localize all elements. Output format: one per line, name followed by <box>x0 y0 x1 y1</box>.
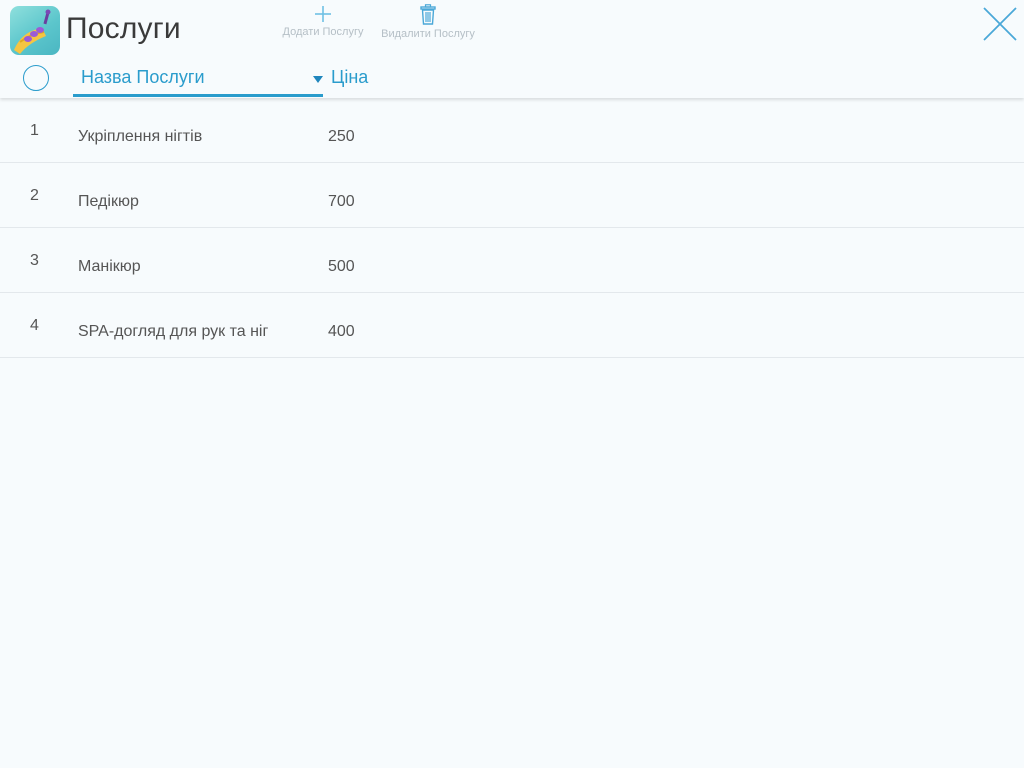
table-row[interactable]: 2 Педікюр 700 <box>0 163 1024 228</box>
plus-icon <box>276 4 370 24</box>
service-price: 400 <box>328 323 355 340</box>
row-index: 2 <box>30 187 39 204</box>
table-row[interactable]: 4 SPA-догляд для рук та ніг 400 <box>0 293 1024 358</box>
nail-polish-icon <box>10 6 60 55</box>
sort-down-icon <box>313 76 323 83</box>
service-price: 700 <box>328 193 355 210</box>
service-price: 500 <box>328 258 355 275</box>
column-header-name[interactable]: Назва Послуги <box>73 63 323 97</box>
delete-service-label: Видалити Послугу <box>381 28 475 40</box>
close-button[interactable] <box>982 6 1018 42</box>
service-name: Манікюр <box>78 258 141 275</box>
row-index: 4 <box>30 317 39 334</box>
service-name: SPA-догляд для рук та ніг <box>78 323 269 340</box>
service-name: Педікюр <box>78 193 139 210</box>
select-all-checkbox[interactable] <box>23 65 49 91</box>
close-icon <box>983 7 1017 41</box>
service-price: 250 <box>328 128 355 145</box>
header: Послуги Додати Послугу Видалити Послугу <box>0 0 1024 98</box>
add-service-label: Додати Послугу <box>282 26 364 38</box>
column-header-price[interactable]: Ціна <box>331 67 368 88</box>
trash-icon <box>374 4 482 26</box>
row-index: 1 <box>30 122 39 139</box>
row-index: 3 <box>30 252 39 269</box>
column-header-name-label: Назва Послуги <box>81 67 205 87</box>
page-title: Послуги <box>66 12 181 45</box>
services-list: 1 Укріплення нігтів 250 2 Педікюр 700 3 … <box>0 98 1024 358</box>
table-row[interactable]: 3 Манікюр 500 <box>0 228 1024 293</box>
add-service-button[interactable]: Додати Послугу <box>276 4 370 38</box>
service-name: Укріплення нігтів <box>78 128 203 145</box>
delete-service-button[interactable]: Видалити Послугу <box>374 4 482 40</box>
table-row[interactable]: 1 Укріплення нігтів 250 <box>0 98 1024 163</box>
